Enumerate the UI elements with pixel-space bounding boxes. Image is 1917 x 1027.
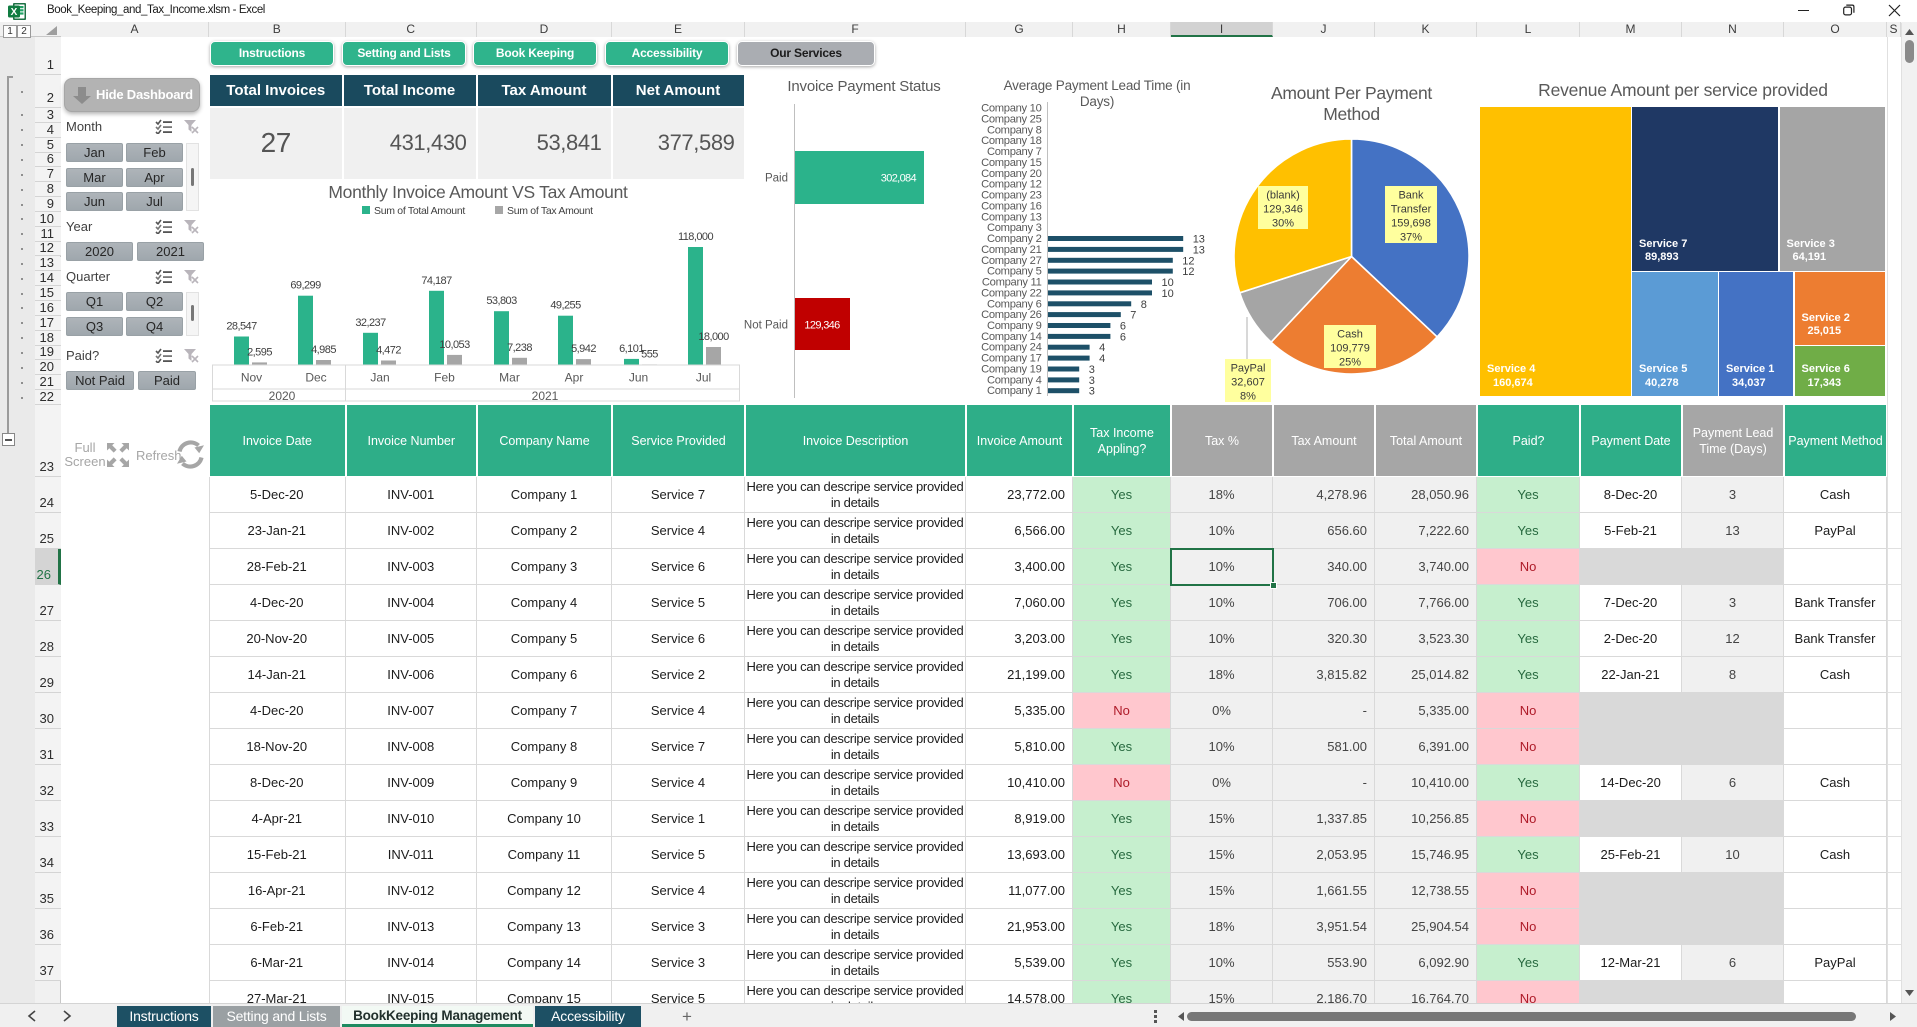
svg-text:2020: 2020 [269,389,296,403]
svg-text:49,255: 49,255 [550,300,581,312]
svg-text:25%: 25% [1339,357,1361,369]
svg-text:69,299: 69,299 [290,280,321,292]
svg-text:555: 555 [641,348,658,360]
svg-text:8: 8 [1141,299,1147,311]
svg-text:18,000: 18,000 [698,331,729,343]
svg-text:4,985: 4,985 [311,344,336,356]
svg-text:28,547: 28,547 [226,321,257,333]
svg-text:12: 12 [1182,266,1194,278]
svg-text:10,053: 10,053 [439,339,470,351]
svg-text:30%: 30% [1272,218,1294,230]
svg-text:Jul: Jul [696,371,711,385]
svg-text:159,698: 159,698 [1391,218,1431,230]
svg-text:Average Payment Lead Time (in: Average Payment Lead Time (in [1004,78,1191,93]
svg-text:Feb: Feb [434,371,455,385]
svg-text:6: 6 [1120,331,1126,343]
svg-text:4: 4 [1099,353,1105,365]
svg-text:118,000: 118,000 [678,231,714,243]
svg-text:10: 10 [1162,288,1174,300]
svg-text:Sum of Total Amount: Sum of Total Amount [374,205,465,217]
svg-text:7,238: 7,238 [507,342,532,354]
svg-text:Apr: Apr [565,371,584,385]
svg-text:Jun: Jun [629,371,648,385]
svg-text:53,803: 53,803 [486,295,517,307]
svg-text:Not Paid: Not Paid [744,320,788,332]
svg-text:4,472: 4,472 [376,345,401,357]
svg-text:2021: 2021 [532,389,559,403]
svg-text:Transfer: Transfer [1391,204,1432,216]
svg-text:Company 1: Company 1 [987,385,1042,397]
svg-text:7: 7 [1130,310,1136,322]
svg-text:5,942: 5,942 [571,343,596,355]
svg-text:Cash: Cash [1337,329,1363,341]
svg-text:Monthly Invoice Amount VS Tax: Monthly Invoice Amount VS Tax Amount [328,182,628,202]
svg-text:Invoice Payment Status: Invoice Payment Status [787,78,940,95]
svg-text:129,346: 129,346 [1263,204,1303,216]
svg-text:Sum of Tax Amount: Sum of Tax Amount [507,205,593,217]
svg-text:32,607: 32,607 [1231,377,1265,389]
svg-text:8%: 8% [1240,391,1256,403]
svg-text:129,346: 129,346 [804,320,840,332]
svg-text:(blank): (blank) [1266,190,1300,202]
svg-text:Dec: Dec [305,371,326,385]
svg-text:Method: Method [1323,104,1380,124]
svg-text:Amount Per Payment: Amount Per Payment [1271,83,1432,103]
svg-text:37%: 37% [1400,232,1422,244]
svg-text:74,187: 74,187 [421,275,452,287]
svg-text:Bank: Bank [1398,190,1424,202]
svg-text:Days): Days) [1080,94,1114,109]
svg-text:32,237: 32,237 [355,317,386,329]
svg-text:302,084: 302,084 [881,173,917,185]
svg-text:109,779: 109,779 [1330,343,1370,355]
svg-text:2,595: 2,595 [247,346,272,358]
svg-text:Jan: Jan [370,371,389,385]
svg-text:Mar: Mar [499,371,520,385]
svg-text:PayPal: PayPal [1231,363,1266,375]
svg-text:3: 3 [1089,386,1095,398]
svg-text:Paid: Paid [765,173,788,185]
svg-text:Nov: Nov [241,371,262,385]
